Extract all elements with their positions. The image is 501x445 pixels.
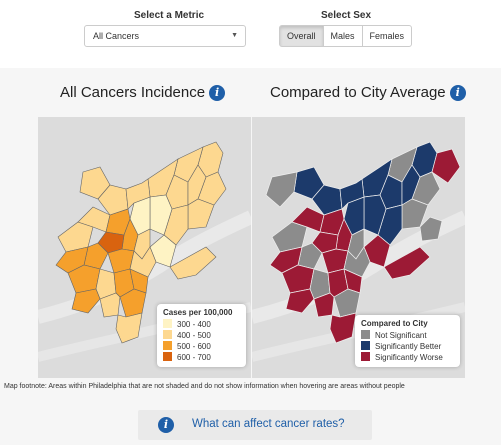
- legend-swatch: [361, 352, 370, 361]
- legend-label: Not Significant: [375, 331, 427, 340]
- info-icon[interactable]: i: [209, 85, 226, 101]
- comparison-map[interactable]: Compared to City Not Significant Signifi…: [252, 117, 465, 378]
- legend-title: Compared to City: [361, 319, 428, 328]
- incidence-legend: Cases per 100,000 300 - 400 400 - 500 50…: [157, 304, 246, 367]
- cancer-rates-info-button[interactable]: i What can affect cancer rates?: [138, 410, 372, 440]
- info-icon[interactable]: i: [449, 85, 466, 101]
- comparison-map-title: Compared to City Average i: [270, 84, 466, 101]
- sex-label: Select Sex: [321, 10, 372, 21]
- legend-label: 400 - 500: [177, 331, 211, 340]
- legend-label: 300 - 400: [177, 320, 211, 329]
- legend-item: Significantly Worse: [361, 352, 454, 363]
- controls-bar: Select a Metric All Cancers ▼ Select Sex…: [0, 0, 501, 62]
- legend-item: 500 - 600: [163, 341, 240, 352]
- legend-label: Significantly Better: [375, 342, 442, 351]
- cancer-rates-info-label: What can affect cancer rates?: [192, 418, 345, 430]
- legend-label: 600 - 700: [177, 353, 211, 362]
- metric-label: Select a Metric: [134, 10, 205, 21]
- comparison-legend: Compared to City Not Significant Signifi…: [355, 315, 460, 367]
- legend-item: 600 - 700: [163, 352, 240, 363]
- map-footnote: Map footnote: Areas within Philadelphia …: [4, 383, 405, 390]
- legend-item: 400 - 500: [163, 330, 240, 341]
- legend-swatch: [361, 341, 370, 350]
- incidence-map-title: All Cancers Incidence i: [60, 84, 226, 101]
- incidence-map[interactable]: Cases per 100,000 300 - 400 400 - 500 50…: [38, 117, 251, 378]
- incidence-map-title-text: All Cancers Incidence: [60, 84, 206, 101]
- sex-button-group: Overall Males Females: [279, 25, 413, 47]
- legend-swatch: [163, 330, 172, 339]
- legend-title: Cases per 100,000: [163, 308, 233, 317]
- legend-swatch: [163, 352, 172, 361]
- legend-item: Not Significant: [361, 330, 454, 341]
- info-icon: i: [158, 417, 174, 433]
- legend-swatch: [163, 341, 172, 350]
- legend-item: Significantly Better: [361, 341, 454, 352]
- metric-select-value: All Cancers: [93, 31, 140, 41]
- legend-label: 500 - 600: [177, 342, 211, 351]
- sex-option-males[interactable]: Males: [322, 25, 363, 47]
- chevron-down-icon: ▼: [231, 32, 238, 39]
- legend-label: Significantly Worse: [375, 353, 443, 362]
- legend-swatch: [361, 330, 370, 339]
- comparison-map-title-text: Compared to City Average: [270, 84, 446, 101]
- legend-swatch: [163, 319, 172, 328]
- sex-option-females[interactable]: Females: [361, 25, 413, 47]
- legend-item: 300 - 400: [163, 319, 240, 330]
- metric-select[interactable]: All Cancers ▼: [84, 25, 246, 47]
- sex-option-overall[interactable]: Overall: [279, 25, 324, 47]
